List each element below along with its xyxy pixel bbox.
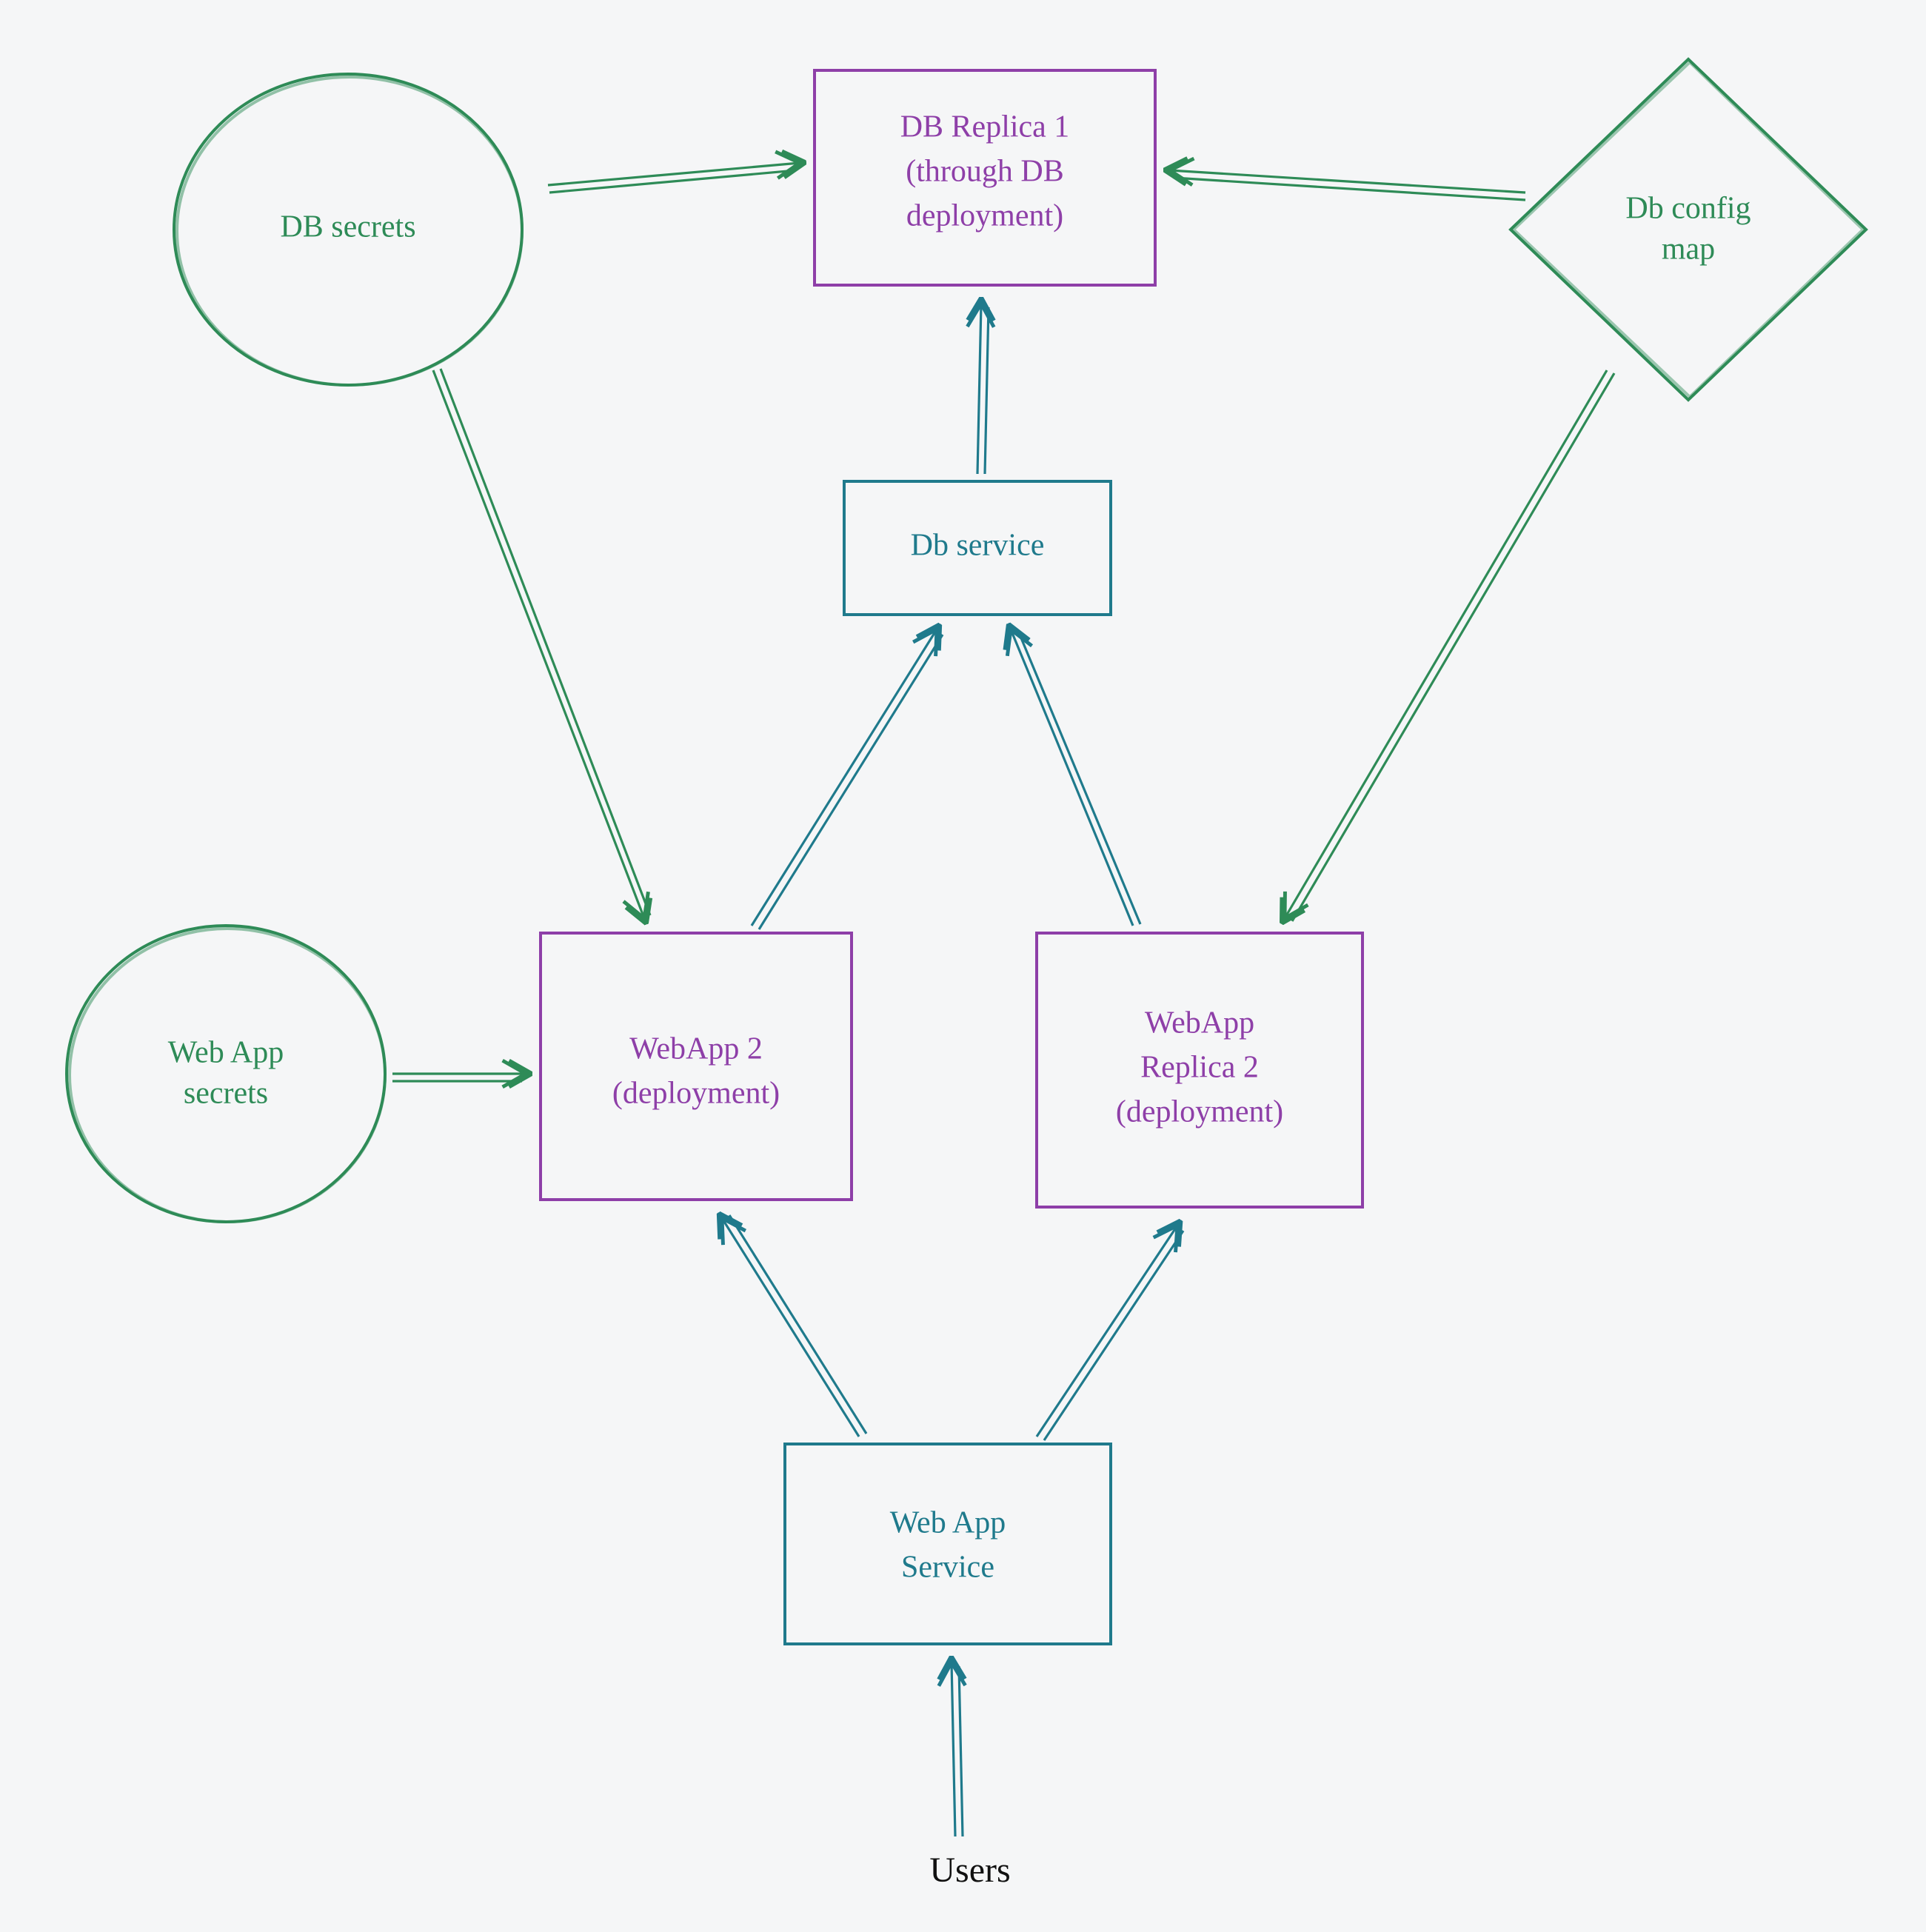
label-webapp-secrets-l2: secrets	[184, 1077, 268, 1111]
label-db-replica-l3: deployment)	[906, 199, 1063, 233]
label-db-replica-l1: DB Replica 1	[900, 110, 1070, 144]
node-db-replica: DB Replica 1 (through DB deployment)	[815, 70, 1155, 285]
label-webapp-r2-l3: (deployment)	[1116, 1095, 1283, 1129]
node-webapp-service: Web App Service	[785, 1444, 1111, 1644]
label-webapp-r2-l1: WebApp	[1145, 1006, 1254, 1040]
node-webapp-replica-2: WebApp Replica 2 (deployment)	[1037, 933, 1362, 1207]
label-db-secrets: DB secrets	[280, 210, 415, 244]
edge-configmap-to-dbreplica	[1170, 170, 1525, 200]
node-db-service: Db service	[844, 481, 1111, 615]
edge-dbsecrets-to-dbreplica	[548, 163, 800, 193]
label-webapp-r2-l2: Replica 2	[1140, 1051, 1259, 1085]
label-webapp-secrets-l1: Web App	[168, 1036, 284, 1070]
node-db-secrets: DB secrets	[174, 74, 522, 385]
edge-users-to-webappservice	[952, 1662, 963, 1836]
label-webapp2-l2: (deployment)	[612, 1077, 780, 1111]
label-webapp-service-l2: Service	[901, 1551, 994, 1585]
label-db-service: Db service	[911, 529, 1045, 563]
edge-webapp2-to-dbservice	[752, 629, 943, 929]
node-webapp-secrets: Web App secrets	[67, 926, 385, 1222]
edge-dbservice-to-dbreplica	[977, 304, 989, 474]
label-db-config-l2: map	[1662, 233, 1715, 267]
edge-configmap-to-webappr2	[1285, 370, 1614, 921]
label-users: Users	[929, 1851, 1010, 1890]
node-webapp-2: WebApp 2 (deployment)	[541, 933, 852, 1200]
node-db-config-map: Db config map	[1511, 59, 1866, 400]
edge-webappservice-to-webappr2	[1037, 1226, 1183, 1440]
edge-webappservice-to-webapp2	[722, 1215, 866, 1437]
label-webapp2-l1: WebApp 2	[629, 1032, 763, 1066]
label-db-config-l1: Db config	[1625, 192, 1751, 226]
edge-webappr2-to-dbservice	[1011, 629, 1140, 926]
edge-webappsecrets-to-webapp2	[392, 1074, 526, 1081]
architecture-diagram: DB secrets Web App secrets DB Replica 1 …	[0, 0, 1926, 1932]
edge-dbsecrets-to-webapp2	[433, 369, 650, 918]
label-db-replica-l2: (through DB	[906, 155, 1064, 189]
label-webapp-service-l1: Web App	[890, 1506, 1006, 1540]
